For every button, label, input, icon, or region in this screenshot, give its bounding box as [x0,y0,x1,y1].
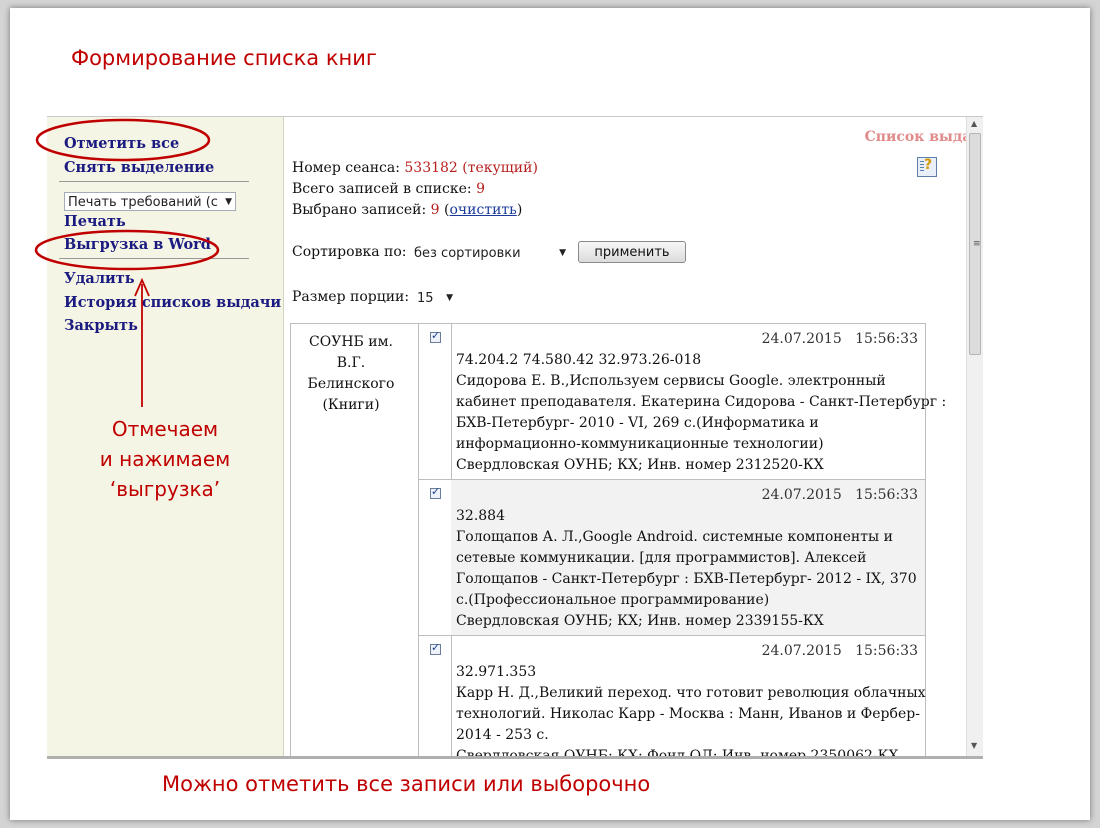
frame-bottom-edge [47,756,983,759]
close-link[interactable]: Закрыть [64,317,138,334]
session-number-label: Номер сеанса: [292,160,400,176]
export-word-link[interactable]: Выгрузка в Word [64,236,211,253]
annotation-line: ‘выгрузка’ [109,477,221,501]
select-all-link[interactable]: Отметить все [64,135,179,152]
print-requests-select-value: Печать требований (с [68,195,218,210]
record-date: 24.07.2015 [761,487,842,503]
scroll-down-icon[interactable]: ▼ [971,741,977,750]
chevron-down-icon: ▼ [225,197,232,207]
chevron-down-icon: ▼ [559,248,566,258]
paren-close: ) [516,202,523,218]
record-checkbox-cell [418,480,452,636]
grip-icon: ≡ [973,239,981,249]
sort-label: Сортировка по: [292,244,407,260]
total-records: Всего записей в списке: 9 [292,181,485,197]
annotation-line: и нажимаем [99,447,231,471]
library-line: Белинского [307,376,395,392]
divider [59,258,249,259]
records-table: СОУНБ им. В.Г. Белинского (Книги) 24.07.… [290,323,946,757]
deselect-link[interactable]: Снять выделение [64,159,214,176]
apply-button[interactable]: применить [578,241,686,263]
table-row: 24.07.2015 15:56:33 32.971.353 Карр Н. Д… [451,636,926,757]
session-number-value: 533182 (текущий) [404,160,538,176]
selected-records-label: Выбрано записей: [292,202,427,218]
scroll-thumb[interactable]: ≡ [969,133,981,355]
session-number: Номер сеанса: 533182 (текущий) [292,160,538,176]
slide-title: Формирование списка книг [71,46,377,70]
record-line: 74.204.2 74.580.42 32.973.26-018 [456,352,702,368]
print-requests-select[interactable]: Печать требований (с ▼ [64,192,236,211]
table-row: 24.07.2015 15:56:33 74.204.2 74.580.42 3… [451,324,946,480]
record-line: кабинет преподавателя. Екатерина Сидоров… [456,394,947,410]
record-line: Карр Н. Д.,Великий переход. что готовит … [456,685,926,701]
total-records-value: 9 [476,181,485,197]
portion-select[interactable]: 15 ▼ [413,288,457,307]
record-checkbox-cell [418,324,452,480]
portion-select-value: 15 [417,291,434,306]
record-line: с.(Профессиональное программирование) [456,592,770,608]
record-line: Голощапов - Санкт-Петербург : БХВ-Петерб… [456,571,917,587]
record-datetime: 24.07.2015 15:56:33 [762,643,918,659]
library-line: В.Г. [336,355,366,371]
record-line: Свердловская ОУНБ; КХ; Инв. номер 231252… [456,457,824,473]
record-line: технологий. Николас Карр - Москва : Манн… [456,706,920,722]
history-link[interactable]: История списков выдачи [64,294,281,311]
record-line: информационно-коммуникационные технологи… [456,436,824,452]
record-line: БХВ-Петербург- 2010 - VI, 269 с.(Информа… [456,415,819,431]
record-line: 2014 - 253 с. [456,727,549,743]
checkbox-checked-icon[interactable] [430,485,441,499]
slide-caption: Можно отметить все записи или выборочно [162,772,651,796]
record-time: 15:56:33 [855,643,918,659]
sort-select[interactable]: без сортировки ▼ [410,243,570,262]
selected-records-value: 9 [430,202,440,218]
table-row: 24.07.2015 15:56:33 32.884 Голощапов А. … [451,480,925,636]
record-line: 32.884 [456,508,505,524]
annotation-note: Отмечаем и нажимаем ‘выгрузка’ [70,414,260,504]
library-line: (Книги) [322,397,380,413]
record-date: 24.07.2015 [761,331,842,347]
annotation-line: Отмечаем [111,417,219,441]
record-checkbox-cell [418,636,452,757]
main-panel: Список выдачи ? Номер сеанса: 533182 (те… [284,117,983,757]
chevron-down-icon: ▼ [446,293,453,303]
scroll-up-icon[interactable]: ▲ [971,119,977,128]
sort-select-value: без сортировки [414,246,521,261]
library-cell: СОУНБ им. В.Г. Белинского (Книги) [291,324,411,416]
record-datetime: 24.07.2015 15:56:33 [762,331,918,347]
record-datetime: 24.07.2015 15:56:33 [762,487,918,503]
vertical-scrollbar[interactable]: ▲ ≡ ▼ [966,117,983,757]
portion-label: Размер порции: [292,289,410,305]
library-line: СОУНБ им. [309,334,393,350]
record-date: 24.07.2015 [761,643,842,659]
clear-link[interactable]: очистить [450,202,517,218]
print-link[interactable]: Печать [64,213,126,230]
selected-records: Выбрано записей: 9 (очистить) [292,202,522,218]
record-time: 15:56:33 [855,487,918,503]
delete-link[interactable]: Удалить [64,270,135,287]
divider [59,181,249,182]
record-line: Голощапов А. Л.,Google Android. системны… [456,529,893,545]
record-line: 32.971.353 [456,664,537,680]
record-time: 15:56:33 [855,331,918,347]
checkbox-checked-icon[interactable] [430,329,441,343]
record-line: Свердловская ОУНБ; КХ; Инв. номер 233915… [456,613,824,629]
help-icon[interactable]: ? [917,157,937,177]
checkbox-checked-icon[interactable] [430,641,441,655]
record-line: сетевые коммуникации. [для программистов… [456,550,867,566]
total-records-label: Всего записей в списке: [292,181,472,197]
record-line: Сидорова Е. В.,Используем сервисы Google… [456,373,886,389]
